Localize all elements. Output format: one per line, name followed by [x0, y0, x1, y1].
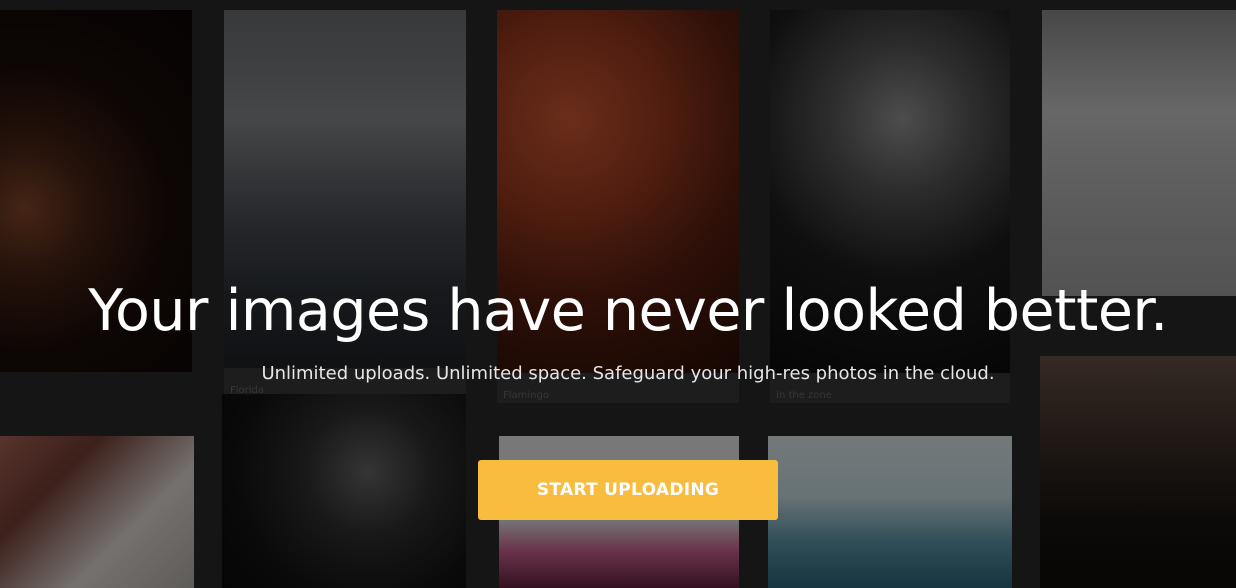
hero-subheadline: Unlimited uploads. Unlimited space. Safe…: [261, 363, 995, 384]
hero-section: Your images have never looked better. Un…: [0, 0, 1236, 588]
hero-headline: Your images have never looked better.: [88, 278, 1168, 344]
start-uploading-button[interactable]: START UPLOADING: [478, 460, 778, 520]
